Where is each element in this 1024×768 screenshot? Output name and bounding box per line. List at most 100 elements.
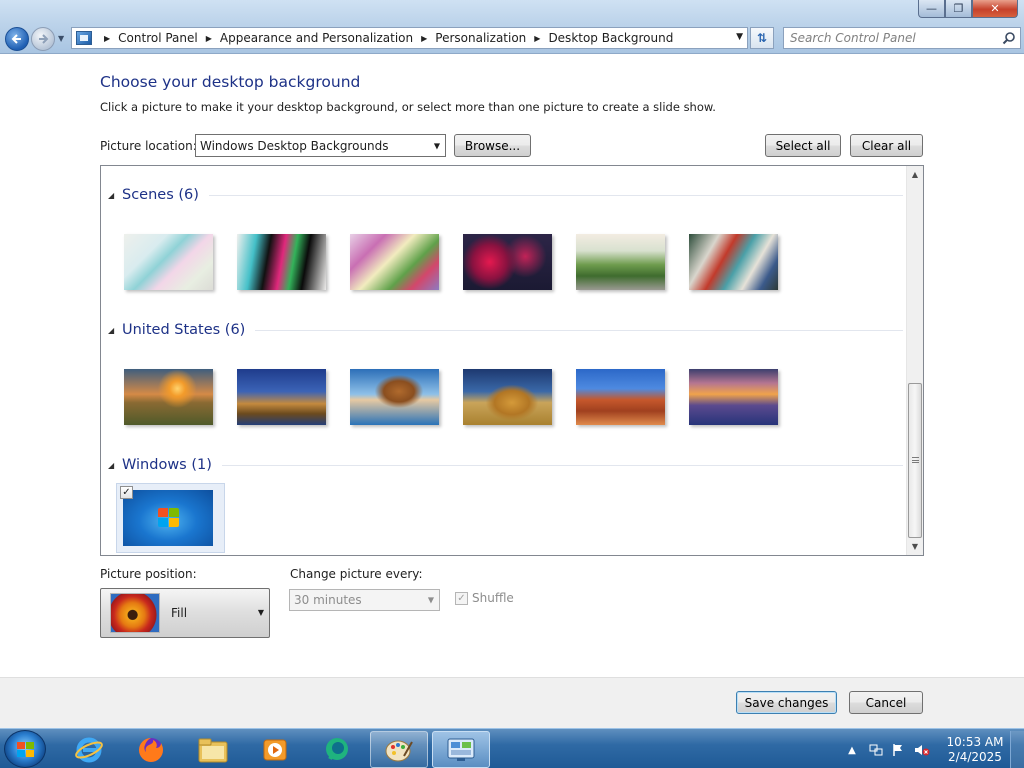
media-player-icon	[263, 739, 287, 760]
wallpaper-thumb-scene-6[interactable]	[689, 234, 778, 290]
wallpaper-thumb-us-5[interactable]	[576, 369, 665, 425]
wallpaper-thumb-us-4[interactable]	[463, 369, 552, 425]
wallpaper-thumb-scene-5[interactable]	[576, 234, 665, 290]
maximize-button[interactable]: ❐	[945, 0, 972, 18]
group-title-united-states: United States (6)	[122, 322, 246, 338]
system-clock[interactable]: 10:53 AM 2/4/2025	[946, 735, 1004, 765]
firefox-icon	[139, 737, 163, 762]
group-divider	[221, 464, 903, 466]
collapse-triangle-icon[interactable]: ◢	[108, 326, 122, 335]
select-all-button[interactable]: Select all	[765, 134, 841, 157]
address-bar[interactable]: ▶ Control Panel ▶ Appearance and Persona…	[71, 27, 748, 49]
wallpaper-thumb-us-6[interactable]	[689, 369, 778, 425]
control-panel-icon	[76, 31, 92, 45]
browse-button[interactable]: Browse...	[454, 134, 531, 157]
wallpaper-gallery[interactable]: ◢ Scenes (6) ◢ United States (6) ◢ Windo…	[100, 165, 924, 556]
group-header-united-states[interactable]: ◢ United States (6)	[108, 322, 903, 338]
collapse-triangle-icon[interactable]: ◢	[108, 461, 122, 470]
search-input[interactable]	[784, 28, 989, 48]
picture-location-dropdown[interactable]: Windows Desktop Backgrounds ▼	[195, 134, 446, 157]
clock-date: 2/4/2025	[948, 750, 1002, 764]
caption-buttons: — ❐ ✕	[918, 0, 1018, 18]
taskbar-chat[interactable]	[310, 731, 364, 768]
collapse-triangle-icon[interactable]: ◢	[108, 191, 122, 200]
wallpaper-thumb-scene-3[interactable]	[350, 234, 439, 290]
group-title-windows: Windows (1)	[122, 457, 212, 473]
wallpaper-select-checkbox[interactable]: ✓	[120, 486, 133, 499]
group-header-scenes[interactable]: ◢ Scenes (6)	[108, 187, 903, 203]
search-icon[interactable]	[1002, 31, 1016, 45]
taskbar-firefox[interactable]	[124, 731, 178, 768]
group-header-windows[interactable]: ◢ Windows (1)	[108, 457, 903, 473]
wallpaper-thumb-windows[interactable]	[123, 490, 213, 546]
chevron-down-icon: ▼	[433, 141, 440, 150]
wallpaper-thumb-us-1[interactable]	[124, 369, 213, 425]
wallpaper-thumb-us-2[interactable]	[237, 369, 326, 425]
chevron-right-icon[interactable]: ▶	[206, 34, 212, 43]
picture-position-dropdown[interactable]: Fill ▼	[100, 588, 270, 638]
clear-all-button[interactable]: Clear all	[850, 134, 923, 157]
file-explorer-icon	[198, 738, 228, 762]
chat-icon	[326, 737, 348, 760]
breadcrumb-appearance[interactable]: Appearance and Personalization	[220, 31, 413, 45]
wallpaper-thumb-scene-4[interactable]	[463, 234, 552, 290]
breadcrumb-control-panel[interactable]: Control Panel	[118, 31, 198, 45]
back-button[interactable]	[5, 27, 29, 51]
save-changes-button[interactable]: Save changes	[736, 691, 837, 714]
forward-button[interactable]	[31, 27, 55, 51]
show-desktop-button[interactable]	[1010, 731, 1024, 768]
picture-position-value: Fill	[171, 606, 188, 620]
recent-pages-dropdown[interactable]: ▼	[58, 34, 64, 43]
arrow-right-icon	[39, 34, 49, 44]
scrollbar-thumb[interactable]	[908, 383, 922, 538]
taskbar-internet-explorer[interactable]	[62, 731, 116, 768]
network-icon[interactable]	[868, 742, 884, 758]
personalization-icon	[385, 740, 413, 761]
picture-location-value: Windows Desktop Backgrounds	[200, 138, 389, 153]
action-center-flag-icon[interactable]	[890, 742, 906, 758]
system-tray: ▲ 10:53 AM 2/4/2025	[842, 731, 1024, 768]
cancel-button[interactable]: Cancel	[849, 691, 923, 714]
grip-icon	[912, 457, 919, 463]
windows-logo-icon	[158, 508, 180, 528]
start-button[interactable]	[4, 730, 46, 768]
minimize-button[interactable]: —	[918, 0, 945, 18]
wallpaper-thumb-windows-selected[interactable]: ✓	[116, 483, 225, 553]
group-divider	[255, 329, 903, 331]
chevron-right-icon[interactable]: ▶	[534, 34, 540, 43]
window-titlebar: — ❐ ✕ ▼ ▶ Control Panel ▶ Appearance and…	[0, 0, 1024, 54]
shuffle-checkbox[interactable]: ✓ Shuffle	[455, 591, 514, 605]
interval-value: 30 minutes	[294, 593, 362, 607]
group-divider	[208, 194, 903, 196]
chevron-right-icon[interactable]: ▶	[421, 34, 427, 43]
breadcrumb-personalization[interactable]: Personalization	[435, 31, 526, 45]
wallpaper-thumb-scene-1[interactable]	[124, 234, 213, 290]
close-button[interactable]: ✕	[972, 0, 1018, 18]
search-box[interactable]	[783, 27, 1021, 49]
clock-time: 10:53 AM	[946, 735, 1004, 749]
position-preview-flower-icon	[110, 593, 160, 633]
scroll-up-arrow-icon[interactable]: ▲	[907, 166, 923, 183]
address-history-dropdown[interactable]: ▼	[736, 32, 743, 42]
checkbox-checked-icon[interactable]: ✓	[455, 591, 468, 605]
wallpaper-thumb-scene-2[interactable]	[237, 234, 326, 290]
taskbar-control-panel[interactable]	[432, 731, 490, 768]
wallpaper-thumb-us-3[interactable]	[350, 369, 439, 425]
taskbar-file-explorer[interactable]	[186, 731, 240, 768]
gallery-vertical-scrollbar[interactable]: ▲ ▼	[906, 166, 923, 555]
windows-logo-icon	[17, 742, 35, 758]
breadcrumb-desktop-background[interactable]: Desktop Background	[548, 31, 673, 45]
taskbar-media-player[interactable]	[248, 731, 302, 768]
picture-location-label: Picture location:	[100, 139, 197, 153]
taskbar-personalization[interactable]	[370, 731, 428, 768]
refresh-button[interactable]: ⇅	[750, 27, 774, 49]
picture-position-label: Picture position:	[100, 567, 197, 581]
scroll-down-arrow-icon[interactable]: ▼	[907, 538, 923, 555]
show-hidden-icons-icon[interactable]: ▲	[844, 742, 860, 758]
volume-muted-icon[interactable]	[914, 742, 930, 758]
page-subtitle: Click a picture to make it your desktop …	[100, 100, 716, 114]
breadcrumb: ▶ Control Panel ▶ Appearance and Persona…	[96, 31, 673, 45]
change-picture-every-label: Change picture every:	[290, 567, 423, 581]
change-picture-interval-dropdown[interactable]: 30 minutes ▼	[289, 589, 440, 611]
chevron-down-icon: ▼	[257, 608, 264, 617]
